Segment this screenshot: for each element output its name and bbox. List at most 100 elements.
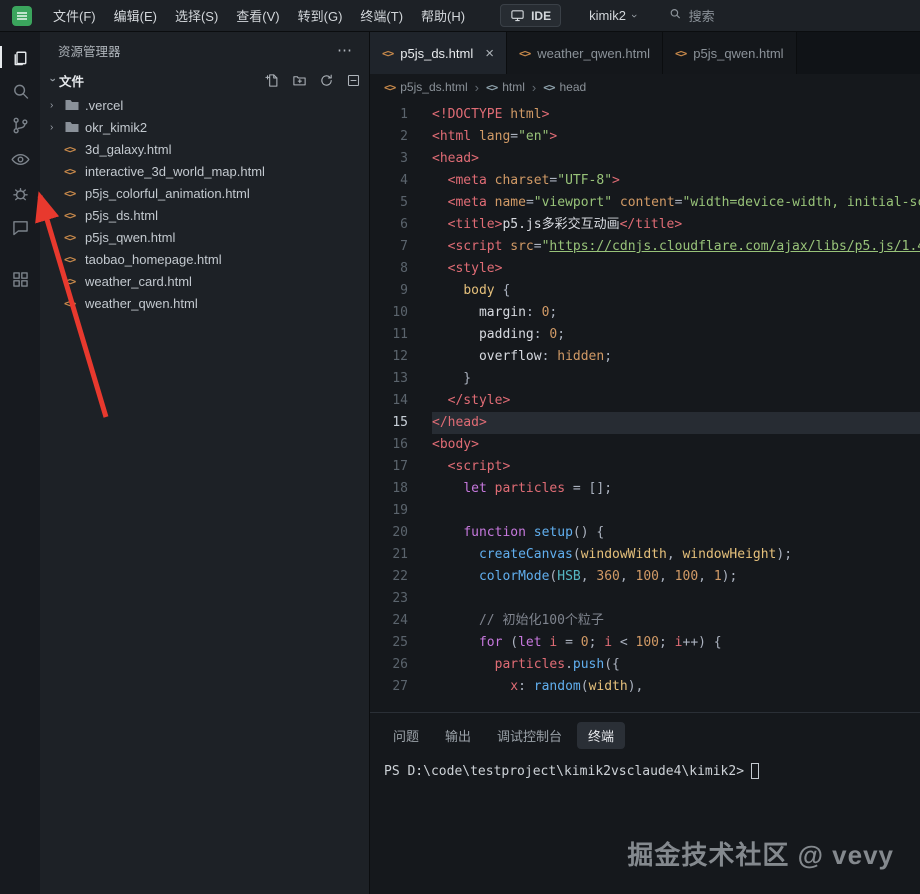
titlebar-search[interactable]: 搜索 bbox=[668, 6, 715, 25]
code-line[interactable]: 20 function setup() { bbox=[370, 522, 920, 544]
debug-icon bbox=[10, 183, 31, 204]
new-file-icon[interactable] bbox=[265, 73, 280, 88]
code-text: margin: 0; bbox=[432, 302, 920, 324]
collapse-all-icon[interactable] bbox=[346, 73, 361, 88]
editor-tab-p5js_qwen.html[interactable]: <>p5js_qwen.html bbox=[663, 32, 797, 74]
search-activity-button[interactable] bbox=[0, 74, 40, 108]
code-line[interactable]: 8 <style> bbox=[370, 258, 920, 280]
menu-item-查看(V)[interactable]: 查看(V) bbox=[227, 0, 288, 31]
new-folder-icon[interactable] bbox=[292, 73, 307, 88]
code-line[interactable]: 17 <script> bbox=[370, 456, 920, 478]
line-number: 27 bbox=[370, 676, 432, 698]
refresh-icon[interactable] bbox=[319, 73, 334, 88]
preview-eye-activity-button[interactable] bbox=[0, 142, 40, 176]
code-line[interactable]: 18 let particles = []; bbox=[370, 478, 920, 500]
tree-item-okr_kimik2[interactable]: ›okr_kimik2 bbox=[40, 116, 369, 138]
code-line[interactable]: 1<!DOCTYPE html> bbox=[370, 104, 920, 126]
code-text: <meta charset="UTF-8"> bbox=[432, 170, 920, 192]
line-number: 8 bbox=[370, 258, 432, 280]
breadcrumb-separator: › bbox=[532, 80, 536, 95]
tree-item-p5js_ds.html[interactable]: <>p5js_ds.html bbox=[40, 204, 369, 226]
debug-activity-button[interactable] bbox=[0, 176, 40, 210]
extensions-grid-activity-button[interactable] bbox=[0, 262, 40, 296]
line-number: 12 bbox=[370, 346, 432, 368]
watermark-text: 掘金技术社区 @ vevy bbox=[627, 835, 894, 872]
explorer-icon bbox=[10, 47, 31, 68]
code-line[interactable]: 7 <script src="https://cdnjs.cloudflare.… bbox=[370, 236, 920, 258]
file-name: interactive_3d_world_map.html bbox=[85, 164, 265, 179]
code-line[interactable]: 3<head> bbox=[370, 148, 920, 170]
editor-tab-weather_qwen.html[interactable]: <>weather_qwen.html bbox=[507, 32, 663, 74]
sidebar-title: 资源管理器 bbox=[58, 41, 121, 60]
code-line[interactable]: 14 </style> bbox=[370, 390, 920, 412]
panel-tab-问题[interactable]: 问题 bbox=[382, 722, 430, 749]
menu-item-编辑(E)[interactable]: 编辑(E) bbox=[105, 0, 166, 31]
menu-item-终端(T)[interactable]: 终端(T) bbox=[351, 0, 412, 31]
editor-tab-p5js_ds.html[interactable]: <>p5js_ds.html× bbox=[370, 32, 507, 74]
breadcrumb-label: p5js_ds.html bbox=[400, 80, 467, 94]
code-line[interactable]: 23 bbox=[370, 588, 920, 610]
html-file-icon: <> bbox=[64, 231, 85, 244]
tree-item-3d_galaxy.html[interactable]: <>3d_galaxy.html bbox=[40, 138, 369, 160]
breadcrumb-item-p5js_ds.html[interactable]: <>p5js_ds.html bbox=[384, 80, 468, 94]
code-line[interactable]: 12 overflow: hidden; bbox=[370, 346, 920, 368]
menu-item-帮助(H)[interactable]: 帮助(H) bbox=[412, 0, 474, 31]
search-icon bbox=[10, 81, 31, 102]
code-line[interactable]: 22 colorMode(HSB, 360, 100, 100, 1); bbox=[370, 566, 920, 588]
line-number: 2 bbox=[370, 126, 432, 148]
line-number: 15 bbox=[370, 412, 432, 434]
tree-item-p5js_qwen.html[interactable]: <>p5js_qwen.html bbox=[40, 226, 369, 248]
code-line[interactable]: 5 <meta name="viewport" content="width=d… bbox=[370, 192, 920, 214]
chevron-expanded-icon: › bbox=[47, 74, 59, 87]
code-line[interactable]: 15</head> bbox=[370, 412, 920, 434]
more-actions-icon[interactable]: ⋯ bbox=[337, 41, 353, 59]
code-line[interactable]: 13 } bbox=[370, 368, 920, 390]
code-line[interactable]: 21 createCanvas(windowWidth, windowHeigh… bbox=[370, 544, 920, 566]
code-line[interactable]: 24 // 初始化100个粒子 bbox=[370, 610, 920, 632]
code-line[interactable]: 4 <meta charset="UTF-8"> bbox=[370, 170, 920, 192]
files-section-header[interactable]: › 文件 bbox=[40, 68, 369, 92]
editor-group: <>p5js_ds.html×<>weather_qwen.html<>p5js… bbox=[370, 32, 920, 894]
tree-item-.vercel[interactable]: ›.vercel bbox=[40, 94, 369, 116]
project-switcher[interactable]: kimik2 › bbox=[581, 5, 644, 26]
ide-badge[interactable]: IDE bbox=[500, 4, 561, 27]
file-name: okr_kimik2 bbox=[85, 120, 147, 135]
tree-item-interactive_3d_world_map.html[interactable]: <>interactive_3d_world_map.html bbox=[40, 160, 369, 182]
menu-item-选择(S)[interactable]: 选择(S) bbox=[166, 0, 227, 31]
terminal[interactable]: PS D:\code\testproject\kimik2vsclaude4\k… bbox=[370, 756, 920, 786]
html-file-icon: <> bbox=[64, 187, 85, 200]
menu-item-转到(G)[interactable]: 转到(G) bbox=[289, 0, 352, 31]
close-icon[interactable]: × bbox=[485, 46, 494, 61]
breadcrumb-label: head bbox=[559, 80, 586, 94]
tree-item-taobao_homepage.html[interactable]: <>taobao_homepage.html bbox=[40, 248, 369, 270]
source-control-activity-button[interactable] bbox=[0, 108, 40, 142]
code-area[interactable]: 1<!DOCTYPE html>2<html lang="en">3<head>… bbox=[370, 100, 920, 712]
html-file-icon: <> bbox=[519, 47, 530, 60]
code-line[interactable]: 27 x: random(width), bbox=[370, 676, 920, 698]
tree-item-weather_qwen.html[interactable]: <>weather_qwen.html bbox=[40, 292, 369, 314]
code-line[interactable]: 9 body { bbox=[370, 280, 920, 302]
code-line[interactable]: 19 bbox=[370, 500, 920, 522]
tree-item-p5js_colorful_animation.html[interactable]: <>p5js_colorful_animation.html bbox=[40, 182, 369, 204]
explorer-activity-button[interactable] bbox=[0, 40, 40, 74]
code-line[interactable]: 10 margin: 0; bbox=[370, 302, 920, 324]
code-line[interactable]: 25 for (let i = 0; i < 100; i++) { bbox=[370, 632, 920, 654]
folder-icon bbox=[64, 97, 85, 113]
tree-item-weather_card.html[interactable]: <>weather_card.html bbox=[40, 270, 369, 292]
code-line[interactable]: 16<body> bbox=[370, 434, 920, 456]
chevron-down-icon: › bbox=[628, 14, 640, 18]
panel-tab-输出[interactable]: 输出 bbox=[434, 722, 482, 749]
code-line[interactable]: 26 particles.push({ bbox=[370, 654, 920, 676]
code-line[interactable]: 11 padding: 0; bbox=[370, 324, 920, 346]
code-line[interactable]: 6 <title>p5.js多彩交互动画</title> bbox=[370, 214, 920, 236]
breadcrumb-item-head[interactable]: <> head bbox=[543, 80, 586, 94]
code-line[interactable]: 2<html lang="en"> bbox=[370, 126, 920, 148]
breadcrumb-item-html[interactable]: <>html bbox=[486, 80, 525, 94]
panel-tab-终端[interactable]: 终端 bbox=[577, 722, 625, 749]
line-number: 3 bbox=[370, 148, 432, 170]
comments-activity-button[interactable] bbox=[0, 210, 40, 244]
code-text: </style> bbox=[432, 390, 920, 412]
panel-tab-调试控制台[interactable]: 调试控制台 bbox=[486, 722, 573, 749]
head-tag-symbol-icon: <> bbox=[543, 81, 554, 94]
menu-item-文件(F)[interactable]: 文件(F) bbox=[44, 0, 105, 31]
